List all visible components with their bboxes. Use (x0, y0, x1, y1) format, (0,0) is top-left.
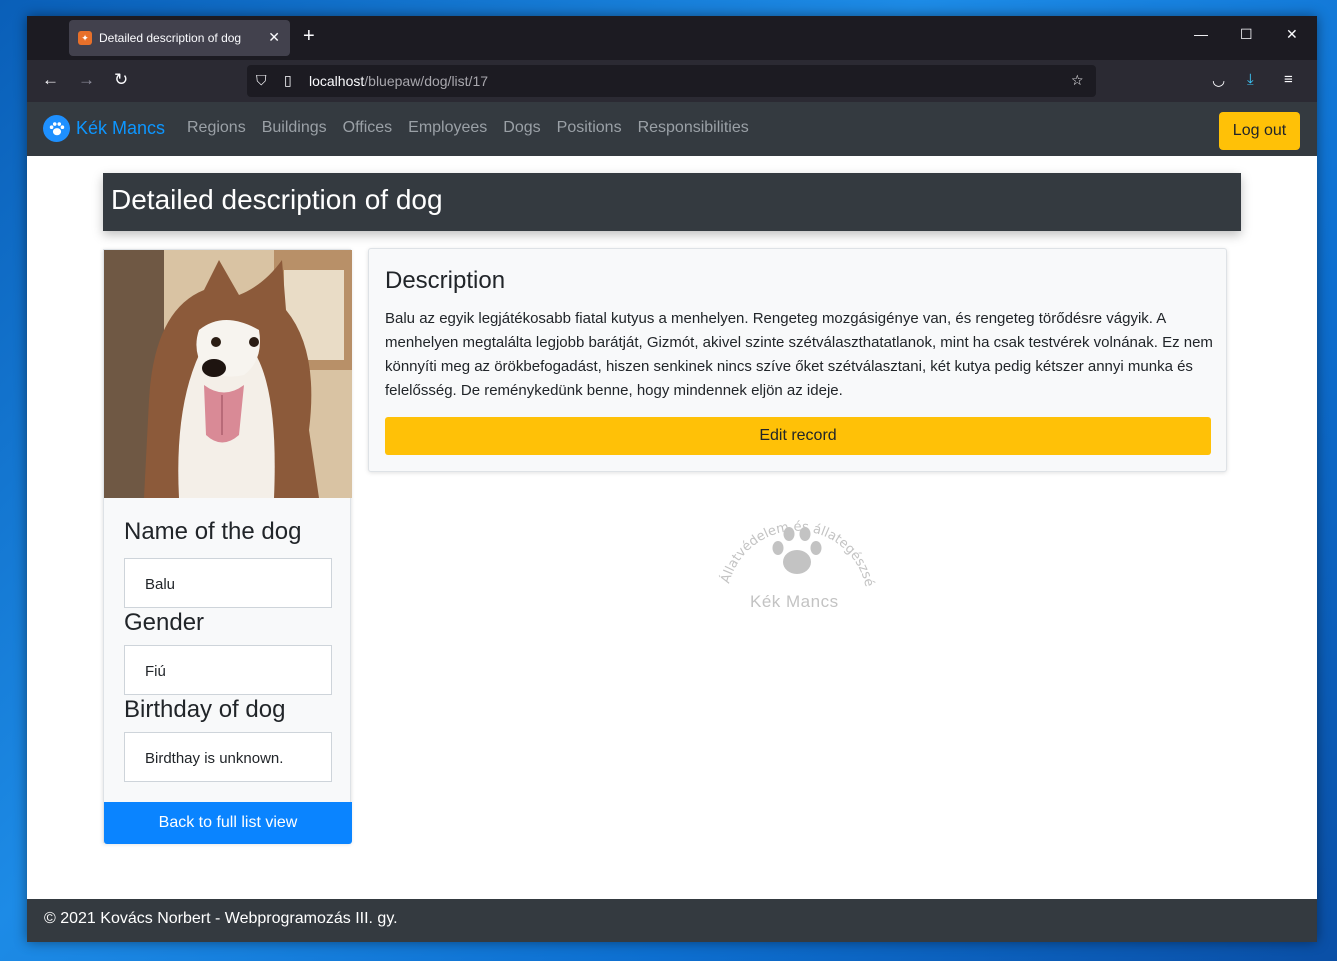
new-tab-icon[interactable]: + (303, 25, 315, 47)
brand-name: Kék Mancs (76, 118, 166, 138)
nav-link-buildings[interactable]: Buildings (262, 119, 327, 137)
nav-link-offices[interactable]: Offices (343, 119, 393, 137)
browser-tab[interactable]: ✦ Detailed description of dog ✕ (69, 20, 290, 56)
tab-title: Detailed description of dog (99, 31, 242, 45)
dog-card: Name of the dog Balu Gender Fiú Birthday… (103, 249, 352, 844)
back-to-list-button[interactable]: Back to full list view (104, 802, 352, 844)
logo-stamp: Állatvédelem és állategészségügy Kék Man… (703, 473, 887, 614)
description-card: Description Balu az egyik legjátékosabb … (368, 248, 1227, 472)
edit-record-button[interactable]: Edit record (385, 417, 1211, 455)
browser-window: ✦ Detailed description of dog ✕ + — ☐ ✕ … (27, 16, 1317, 942)
download-icon[interactable]: ⤓ (1247, 71, 1254, 88)
site-navbar: Kék Mancs Regions Buildings Offices Empl… (27, 102, 1317, 156)
tab-strip: ✦ Detailed description of dog ✕ + — ☐ ✕ (27, 16, 1317, 60)
nav-link-regions[interactable]: Regions (187, 119, 246, 137)
gender-label: Gender (124, 609, 205, 636)
stamp-name: Kék Mancs (750, 592, 839, 611)
nav-links: Regions Buildings Offices Employees Dogs… (187, 119, 765, 137)
nav-link-responsibilities[interactable]: Responsibilities (638, 119, 749, 137)
menu-icon[interactable]: ≡ (1284, 71, 1293, 88)
favicon-icon: ✦ (78, 31, 92, 45)
close-tab-icon[interactable]: ✕ (268, 29, 280, 46)
url-bar[interactable]: ⛉ ▯ localhost/bluepaw/dog/list/17 ☆ (247, 65, 1096, 97)
nav-link-dogs[interactable]: Dogs (503, 119, 540, 137)
page-footer: © 2021 Kovács Norbert - Webprogramozás I… (27, 899, 1317, 942)
forward-arrow-icon[interactable]: → (78, 71, 95, 89)
bookmark-star-icon[interactable]: ☆ (1071, 72, 1084, 89)
shield-icon[interactable]: ⛉ (256, 72, 267, 89)
brand-link[interactable]: Kék Mancs (43, 115, 165, 142)
gender-field: Fiú (124, 645, 332, 695)
back-arrow-icon[interactable]: ← (42, 71, 59, 89)
birthday-field: Birdthay is unknown. (124, 732, 332, 782)
description-text: Balu az egyik legjátékosabb fiatal kutyu… (385, 310, 1213, 399)
logout-button[interactable]: Log out (1219, 112, 1300, 150)
name-label: Name of the dog (124, 518, 302, 545)
nav-link-employees[interactable]: Employees (408, 119, 487, 137)
url-text: localhost/bluepaw/dog/list/17 (309, 73, 489, 89)
description-title: Description (385, 267, 506, 294)
birthday-label: Birthday of dog (124, 696, 286, 723)
minimize-icon[interactable]: — (1194, 26, 1208, 42)
reload-icon[interactable]: ↻ (114, 71, 128, 89)
name-field: Balu (124, 558, 332, 608)
page-icon: ▯ (284, 72, 292, 88)
main-content: Detailed description of dog Name of the … (27, 156, 1317, 898)
dog-photo (104, 250, 352, 498)
maximize-icon[interactable]: ☐ (1240, 26, 1253, 43)
nav-link-positions[interactable]: Positions (557, 119, 622, 137)
pocket-icon[interactable]: ◡ (1212, 71, 1225, 89)
browser-toolbar: ← → ↻ ⛉ ▯ localhost/bluepaw/dog/list/17 … (27, 60, 1317, 102)
paw-logo-icon (43, 115, 70, 142)
page-title: Detailed description of dog (103, 173, 1241, 231)
close-window-icon[interactable]: ✕ (1286, 26, 1298, 43)
